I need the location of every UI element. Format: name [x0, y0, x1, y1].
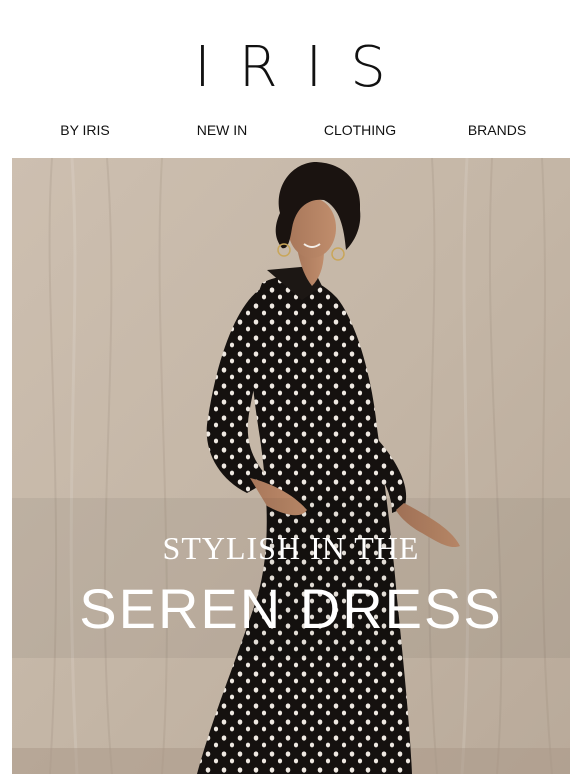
- main-nav: BY IRIS NEW IN CLOTHING BRANDS: [0, 122, 580, 142]
- nav-item-clothing[interactable]: CLOTHING: [324, 122, 396, 138]
- hero-photo: [12, 158, 570, 774]
- hero-title: SEREN DRESS: [79, 577, 503, 640]
- brand-logo[interactable]: IRIS: [0, 38, 580, 98]
- hero-banner[interactable]: STYLISH IN THE SEREN DRESS: [12, 158, 570, 774]
- hero-subtitle: STYLISH IN THE: [162, 530, 420, 566]
- email-page: IRIS BY IRIS NEW IN CLOTHING BRANDS STYL…: [0, 0, 580, 774]
- nav-item-brands[interactable]: BRANDS: [468, 122, 526, 138]
- nav-item-by-iris[interactable]: BY IRIS: [60, 122, 110, 138]
- nav-item-new-in[interactable]: NEW IN: [197, 122, 248, 138]
